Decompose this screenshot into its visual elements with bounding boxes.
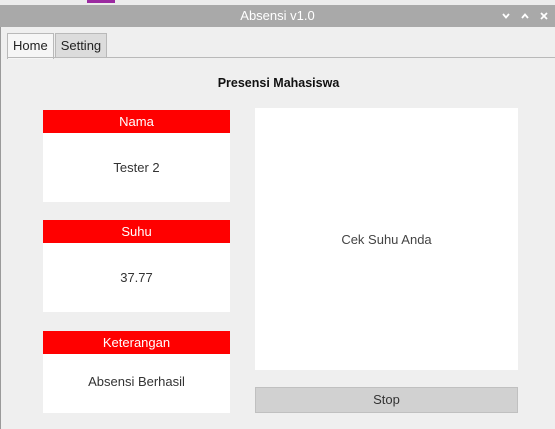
nama-value: Tester 2 xyxy=(43,133,230,202)
app-frame: Home Setting Presensi Mahasiswa Nama Tes… xyxy=(0,27,555,429)
top-strip-marker xyxy=(87,0,115,3)
nama-label: Nama xyxy=(43,110,230,133)
tab-home[interactable]: Home xyxy=(7,33,54,59)
window-titlebar: Absensi v1.0 xyxy=(0,0,555,27)
suhu-value: 37.77 xyxy=(43,243,230,312)
suhu-label: Suhu xyxy=(43,220,230,243)
keterangan-label: Keterangan xyxy=(43,331,230,354)
tab-bar: Home Setting xyxy=(7,33,108,59)
camera-display: Cek Suhu Anda xyxy=(255,108,518,370)
minimize-icon[interactable] xyxy=(501,11,511,21)
page-title: Presensi Mahasiswa xyxy=(217,76,340,90)
tab-divider xyxy=(7,57,555,58)
close-icon[interactable] xyxy=(539,11,549,21)
window-controls xyxy=(501,5,549,27)
tab-setting[interactable]: Setting xyxy=(54,33,108,58)
display-message: Cek Suhu Anda xyxy=(341,231,432,247)
window-title: Absensi v1.0 xyxy=(240,8,315,23)
keterangan-value: Absensi Berhasil xyxy=(43,354,230,413)
stop-button[interactable]: Stop xyxy=(255,387,518,413)
maximize-icon[interactable] xyxy=(520,11,530,21)
